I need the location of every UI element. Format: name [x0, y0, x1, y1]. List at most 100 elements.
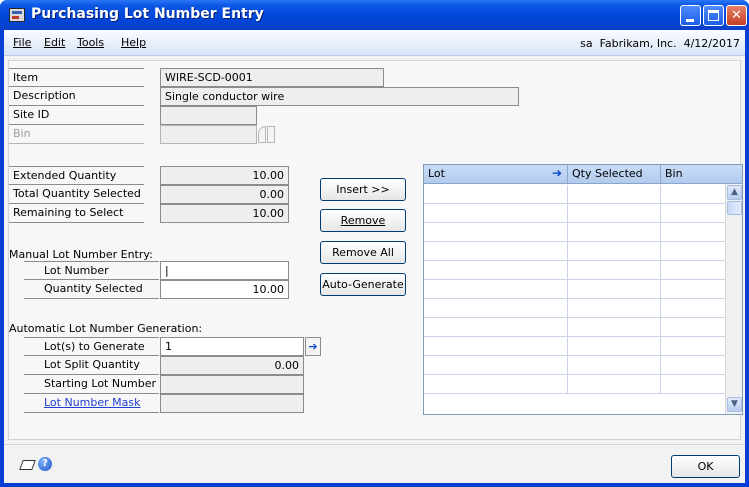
table-cell[interactable] — [424, 204, 568, 223]
help-icon[interactable]: ? — [38, 457, 52, 471]
minimize-button[interactable] — [680, 5, 701, 26]
window-title: Purchasing Lot Number Entry — [31, 6, 264, 22]
table-row[interactable] — [424, 299, 725, 318]
menu-help[interactable]: Help — [121, 36, 146, 49]
grid-vertical-scrollbar[interactable]: ▲ ▼ — [725, 184, 742, 414]
scroll-thumb[interactable] — [727, 201, 742, 215]
bin-field[interactable] — [160, 125, 257, 144]
table-cell[interactable] — [424, 375, 568, 394]
table-cell[interactable] — [424, 280, 568, 299]
table-cell[interactable] — [568, 280, 661, 299]
remove-all-button[interactable]: Remove All — [320, 241, 406, 264]
table-cell[interactable] — [424, 242, 568, 261]
close-icon: ✕ — [731, 8, 742, 23]
auto-generate-button[interactable]: Auto-Generate — [320, 273, 406, 296]
table-cell[interactable] — [661, 204, 725, 223]
maximize-button[interactable] — [703, 5, 724, 26]
menu-tools[interactable]: Tools — [77, 36, 104, 49]
bin-label: Bin — [9, 125, 144, 144]
table-row[interactable] — [424, 185, 725, 204]
table-row[interactable] — [424, 337, 725, 356]
menu-edit-label: Edit — [44, 36, 66, 49]
lots-to-generate-field[interactable]: 1 — [160, 337, 304, 356]
table-cell[interactable] — [424, 185, 568, 204]
table-cell[interactable] — [568, 261, 661, 280]
table-cell[interactable] — [661, 261, 725, 280]
app-window: Purchasing Lot Number Entry ✕ File Edit … — [0, 0, 749, 487]
table-cell[interactable] — [424, 356, 568, 375]
title-bar[interactable]: Purchasing Lot Number Entry ✕ — [0, 0, 749, 30]
column-header-lot[interactable]: Lot — [424, 165, 568, 184]
table-cell[interactable] — [661, 299, 725, 318]
maximize-icon — [708, 10, 719, 21]
quantity-selected-label: Quantity Selected — [24, 280, 159, 299]
lots-to-generate-label: Lot(s) to Generate — [24, 337, 159, 356]
note-icon[interactable] — [19, 460, 36, 470]
ok-button[interactable]: OK — [671, 455, 740, 478]
window-client: File Edit Tools Help sa Fabrikam, Inc. 4… — [4, 30, 745, 483]
table-cell[interactable] — [424, 223, 568, 242]
bin-lookup-icon[interactable] — [258, 126, 266, 143]
lot-number-field[interactable]: | — [160, 261, 289, 280]
table-cell[interactable] — [568, 204, 661, 223]
table-cell[interactable] — [568, 223, 661, 242]
table-row[interactable] — [424, 356, 725, 375]
table-row[interactable] — [424, 261, 725, 280]
table-cell[interactable] — [568, 337, 661, 356]
column-header-bin[interactable]: Bin — [661, 165, 725, 184]
close-button[interactable]: ✕ — [726, 5, 747, 26]
table-cell[interactable] — [568, 375, 661, 394]
item-label: Item — [9, 68, 144, 87]
scroll-up-button[interactable]: ▲ — [727, 185, 742, 200]
table-cell[interactable] — [661, 375, 725, 394]
table-cell[interactable] — [661, 185, 725, 204]
table-cell[interactable] — [568, 299, 661, 318]
lot-grid[interactable]: Lot ➔ Qty Selected Bin ▲ ▼ — [423, 164, 743, 415]
table-row[interactable] — [424, 375, 725, 394]
table-cell[interactable] — [661, 223, 725, 242]
table-cell[interactable] — [568, 242, 661, 261]
table-row[interactable] — [424, 204, 725, 223]
extended-quantity-field: 10.00 — [160, 166, 289, 185]
table-row[interactable] — [424, 223, 725, 242]
arrow-right-icon[interactable]: ➔ — [552, 166, 562, 180]
total-quantity-selected-field: 0.00 — [160, 185, 289, 204]
table-row[interactable] — [424, 242, 725, 261]
table-cell[interactable] — [568, 318, 661, 337]
starting-lot-number-field[interactable] — [160, 375, 304, 394]
menu-file[interactable]: File — [13, 36, 31, 49]
scroll-down-button[interactable]: ▼ — [727, 397, 742, 412]
user-company-date: sa Fabrikam, Inc. 4/12/2017 — [580, 37, 740, 50]
bin-note-icon[interactable] — [267, 126, 275, 143]
bottom-bar: ? OK — [4, 444, 745, 483]
lot-split-quantity-field[interactable]: 0.00 — [160, 356, 304, 375]
quantity-selected-field[interactable]: 10.00 — [160, 280, 289, 299]
menu-edit[interactable]: Edit — [44, 36, 65, 49]
table-cell[interactable] — [661, 337, 725, 356]
table-cell[interactable] — [424, 261, 568, 280]
starting-lot-number-label: Starting Lot Number — [24, 375, 159, 394]
table-cell[interactable] — [424, 337, 568, 356]
lot-number-mask-link[interactable]: Lot Number Mask — [24, 394, 159, 413]
column-header-qty-selected[interactable]: Qty Selected — [568, 165, 661, 184]
table-cell[interactable] — [661, 242, 725, 261]
remaining-to-select-field: 10.00 — [160, 204, 289, 223]
arrow-right-icon[interactable]: ➔ — [305, 337, 321, 356]
table-cell[interactable] — [661, 318, 725, 337]
table-cell[interactable] — [661, 356, 725, 375]
site-id-field[interactable] — [160, 106, 257, 125]
item-field[interactable]: WIRE-SCD-0001 — [160, 68, 384, 87]
table-cell[interactable] — [424, 299, 568, 318]
table-row[interactable] — [424, 280, 725, 299]
table-cell[interactable] — [568, 356, 661, 375]
remove-button-label: Remove — [340, 214, 386, 227]
remaining-to-select-label: Remaining to Select — [9, 204, 144, 223]
table-row[interactable] — [424, 318, 725, 337]
remove-button[interactable]: Remove — [320, 209, 406, 232]
table-cell[interactable] — [424, 318, 568, 337]
table-cell[interactable] — [661, 280, 725, 299]
insert-button[interactable]: Insert >> — [320, 178, 406, 201]
menu-help-label: Help — [121, 36, 147, 49]
table-cell[interactable] — [568, 185, 661, 204]
description-field[interactable]: Single conductor wire — [160, 87, 519, 106]
